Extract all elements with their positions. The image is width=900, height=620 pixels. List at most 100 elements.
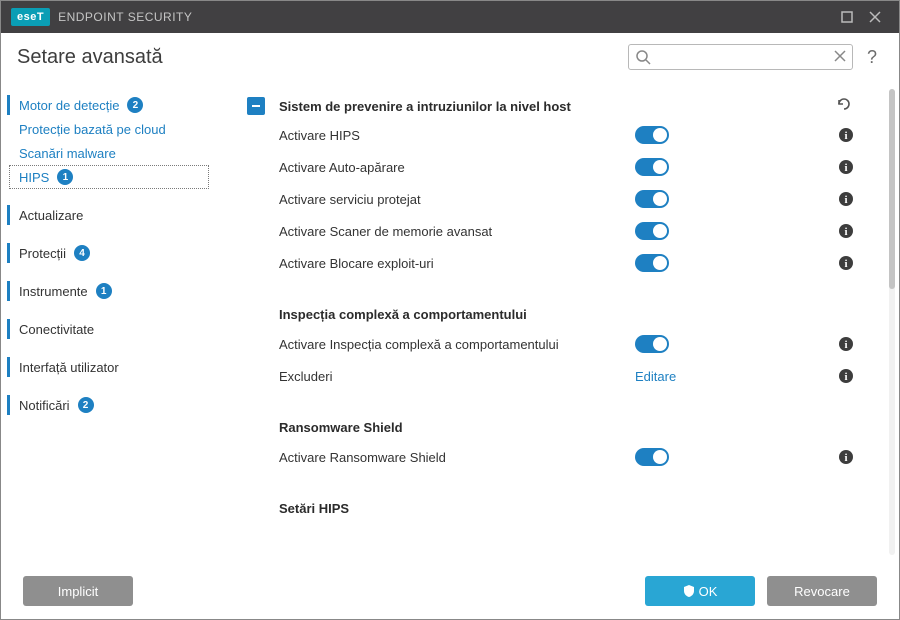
setting-label: Activare Inspecția complexă a comportame… bbox=[279, 337, 635, 352]
product-name: ENDPOINT SECURITY bbox=[58, 10, 192, 24]
svg-text:i: i bbox=[844, 162, 847, 174]
toggle-behavioral[interactable] bbox=[635, 335, 669, 353]
ok-button[interactable]: OK bbox=[645, 576, 755, 606]
sidebar-item-notifications[interactable]: Notificări 2 bbox=[1, 393, 239, 417]
sidebar-item-label: Actualizare bbox=[19, 208, 83, 223]
button-label: OK bbox=[699, 584, 718, 599]
sidebar-item-tools[interactable]: Instrumente 1 bbox=[1, 279, 239, 303]
button-label: Implicit bbox=[58, 584, 98, 599]
setting-label: Activare Blocare exploit-uri bbox=[279, 256, 635, 271]
toggle-protected-service[interactable] bbox=[635, 190, 669, 208]
sidebar-item-malware-scans[interactable]: Scanări malware bbox=[1, 141, 239, 165]
setting-row-exploit-blocker: Activare Blocare exploit-uri i bbox=[239, 247, 875, 279]
info-icon: i bbox=[838, 191, 854, 207]
info-icon: i bbox=[838, 336, 854, 352]
badge: 1 bbox=[57, 169, 73, 185]
info-button[interactable]: i bbox=[835, 223, 857, 239]
sidebar-item-label: Scanări malware bbox=[19, 146, 116, 161]
setting-row-self-defense: Activare Auto-apărare i bbox=[239, 151, 875, 183]
body: Motor de detecție 2 Protecție bazată pe … bbox=[1, 81, 899, 563]
svg-text:i: i bbox=[844, 452, 847, 464]
info-button[interactable]: i bbox=[835, 159, 857, 175]
collapse-button[interactable] bbox=[247, 97, 265, 115]
setting-row-exclusions: Excluderi Editare i bbox=[239, 360, 875, 392]
sidebar-item-label: Protecții bbox=[19, 246, 66, 261]
svg-text:i: i bbox=[844, 194, 847, 206]
content-wrap: Sistem de prevenire a intruziunilor la n… bbox=[239, 81, 899, 563]
svg-text:i: i bbox=[844, 258, 847, 270]
search-input[interactable] bbox=[629, 45, 852, 69]
badge: 4 bbox=[74, 245, 90, 261]
info-icon: i bbox=[838, 223, 854, 239]
undo-icon bbox=[835, 95, 853, 113]
sidebar-item-label: Motor de detecție bbox=[19, 98, 119, 113]
toggle-exploit-blocker[interactable] bbox=[635, 254, 669, 272]
sidebar-item-protections[interactable]: Protecții 4 bbox=[1, 241, 239, 265]
edit-exclusions-link[interactable]: Editare bbox=[635, 369, 676, 384]
setting-row-enable-hips: Activare HIPS i bbox=[239, 119, 875, 151]
info-button[interactable]: i bbox=[835, 255, 857, 271]
window-close-button[interactable] bbox=[861, 3, 889, 31]
info-button[interactable]: i bbox=[835, 191, 857, 207]
sidebar-item-ui[interactable]: Interfață utilizator bbox=[1, 355, 239, 379]
maximize-icon bbox=[841, 11, 853, 23]
sidebar-item-connectivity[interactable]: Conectivitate bbox=[1, 317, 239, 341]
toggle-memory-scanner[interactable] bbox=[635, 222, 669, 240]
button-label: Revocare bbox=[794, 584, 850, 599]
info-button[interactable]: i bbox=[835, 449, 857, 465]
info-icon: i bbox=[838, 159, 854, 175]
scrollbar-thumb[interactable] bbox=[889, 89, 895, 289]
help-button[interactable]: ? bbox=[867, 47, 877, 68]
sidebar-item-detection-engine[interactable]: Motor de detecție 2 bbox=[1, 93, 239, 117]
info-button[interactable]: i bbox=[835, 336, 857, 352]
info-button[interactable]: i bbox=[835, 368, 857, 384]
sidebar-item-label: Protecție bazată pe cloud bbox=[19, 122, 166, 137]
setting-label: Activare Scaner de memorie avansat bbox=[279, 224, 635, 239]
cancel-button[interactable]: Revocare bbox=[767, 576, 877, 606]
subsection-heading-behavioral: Inspecția complexă a comportamentului bbox=[239, 279, 875, 328]
default-button[interactable]: Implicit bbox=[23, 576, 133, 606]
sidebar-item-update[interactable]: Actualizare bbox=[1, 203, 239, 227]
search-icon bbox=[635, 49, 651, 70]
toggle-self-defense[interactable] bbox=[635, 158, 669, 176]
badge: 2 bbox=[78, 397, 94, 413]
sidebar-item-label: Instrumente bbox=[19, 284, 88, 299]
sidebar-item-hips[interactable]: HIPS 1 bbox=[1, 165, 239, 189]
clear-search-button[interactable] bbox=[833, 49, 847, 68]
page-title: Setare avansată bbox=[17, 46, 163, 69]
setting-label: Activare Ransomware Shield bbox=[279, 450, 635, 465]
setting-row-enable-behavioral: Activare Inspecția complexă a comportame… bbox=[239, 328, 875, 360]
reset-section-button[interactable] bbox=[835, 95, 857, 117]
toggle-enable-hips[interactable] bbox=[635, 126, 669, 144]
shield-icon bbox=[683, 584, 695, 598]
sidebar-item-label: Conectivitate bbox=[19, 322, 94, 337]
setting-row-memory-scanner: Activare Scaner de memorie avansat i bbox=[239, 215, 875, 247]
section-header: Sistem de prevenire a intruziunilor la n… bbox=[239, 93, 875, 119]
info-icon: i bbox=[838, 368, 854, 384]
badge: 2 bbox=[127, 97, 143, 113]
sidebar-item-cloud-protection[interactable]: Protecție bazată pe cloud bbox=[1, 117, 239, 141]
search-field[interactable] bbox=[628, 44, 853, 70]
info-button[interactable]: i bbox=[835, 127, 857, 143]
subsection-heading-hips-settings: Setări HIPS bbox=[239, 473, 875, 522]
sidebar-item-label: HIPS bbox=[19, 170, 49, 185]
badge: 1 bbox=[96, 283, 112, 299]
section-title: Sistem de prevenire a intruziunilor la n… bbox=[279, 99, 835, 114]
svg-text:i: i bbox=[844, 130, 847, 142]
sidebar-item-label: Interfață utilizator bbox=[19, 360, 119, 375]
app-window: eseT ENDPOINT SECURITY Setare avansată ? bbox=[0, 0, 900, 620]
sidebar-item-label: Notificări bbox=[19, 398, 70, 413]
toggle-ransomware-shield[interactable] bbox=[635, 448, 669, 466]
title-bar: eseT ENDPOINT SECURITY bbox=[1, 1, 899, 33]
setting-label: Excluderi bbox=[279, 369, 635, 384]
footer: Implicit OK Revocare bbox=[1, 563, 899, 619]
close-icon bbox=[833, 49, 847, 63]
sidebar: Motor de detecție 2 Protecție bazată pe … bbox=[1, 81, 239, 563]
minus-icon bbox=[251, 101, 261, 111]
info-icon: i bbox=[838, 255, 854, 271]
svg-text:i: i bbox=[844, 339, 847, 351]
setting-label: Activare Auto-apărare bbox=[279, 160, 635, 175]
info-icon: i bbox=[838, 449, 854, 465]
window-maximize-button[interactable] bbox=[833, 3, 861, 31]
content-panel: Sistem de prevenire a intruziunilor la n… bbox=[239, 81, 885, 563]
